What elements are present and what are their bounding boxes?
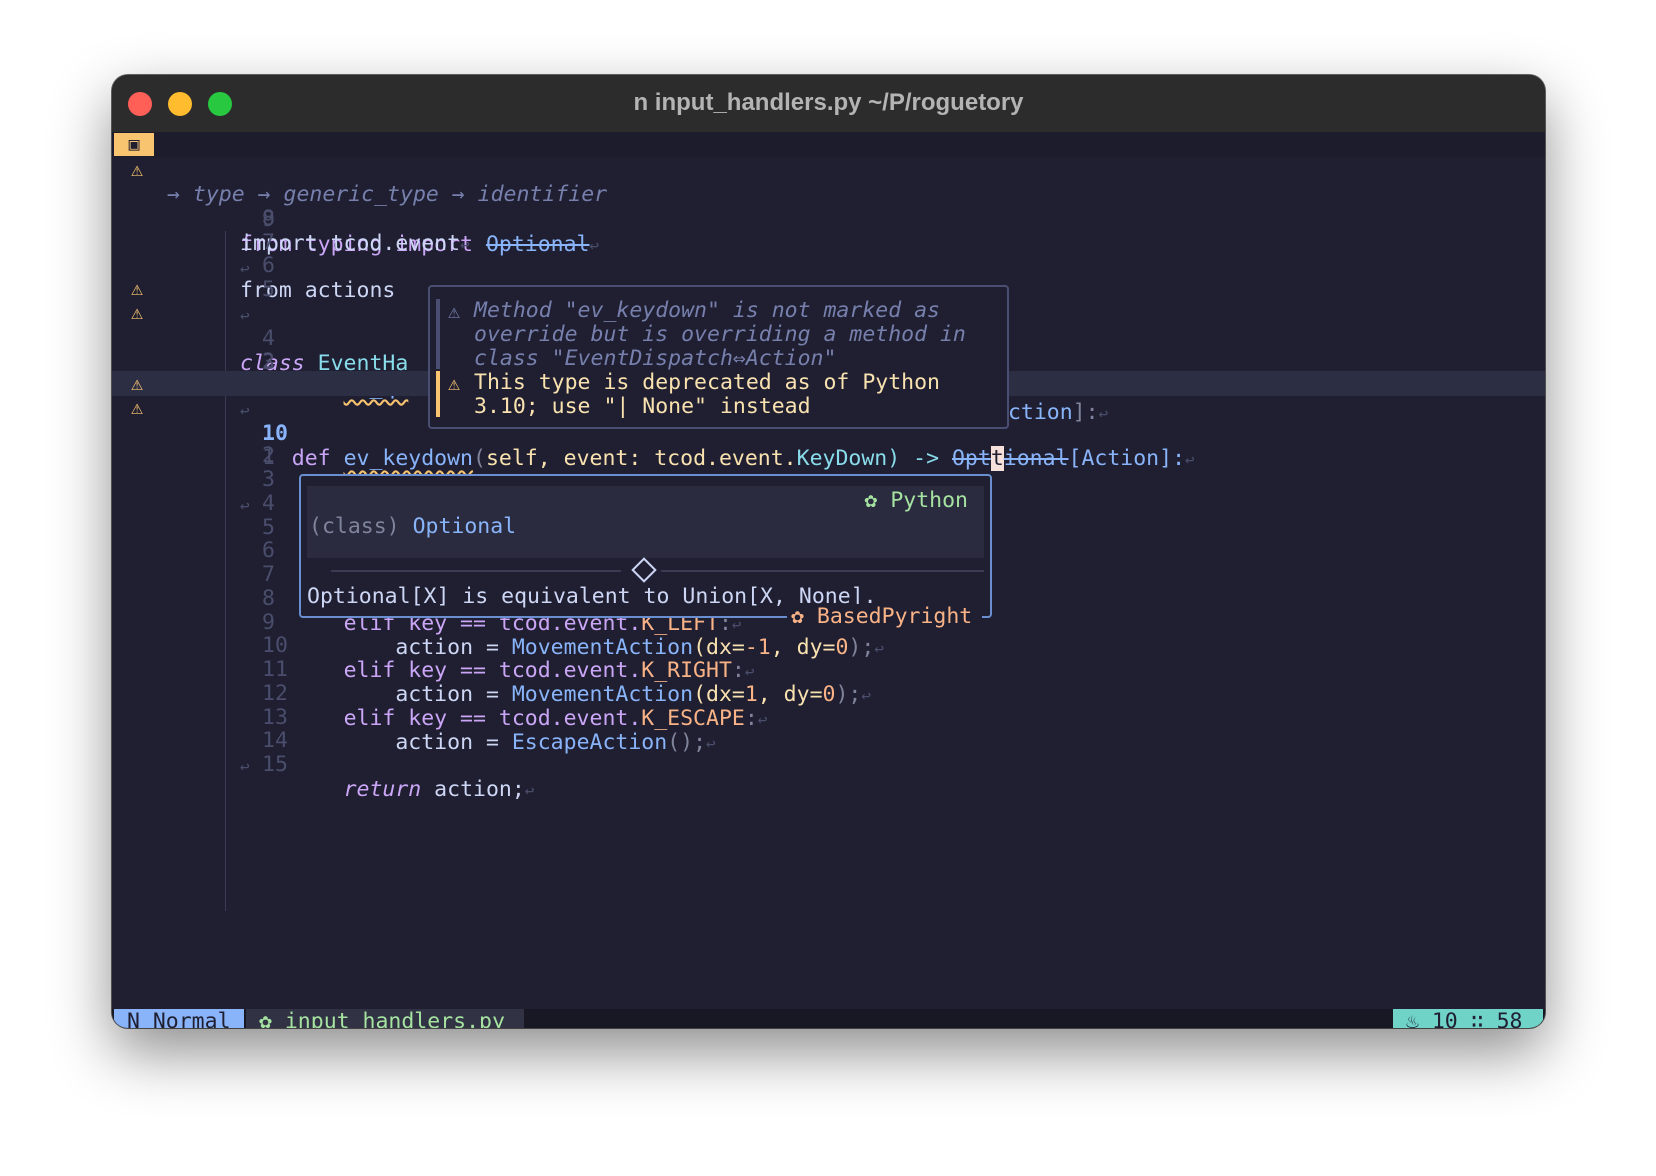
python-icon: ✿ [791,604,804,629]
statusline: N Normal ✿ input_handlers.py ⊗ 0 | ⚠ 7 |… [112,1009,1545,1028]
warning-icon: ⚠ [448,299,461,323]
code-line[interactable]: ⚠ 9 from typing import Optional↩ [112,157,1545,257]
winbar: ▣ → type → generic_type → identifier [112,132,1545,207]
hover-signature: (class) Optional [309,514,517,539]
code-line[interactable]: 6 from actions [112,228,1545,303]
python-icon: ✿ [864,488,878,513]
gameboy-icon: ▣ [114,133,154,156]
python-icon: ✿ [258,1009,272,1028]
statusline-filename[interactable]: ✿ input_handlers.py [246,1009,524,1028]
code-line[interactable]: 3 ↩ [112,442,1545,515]
editor-pane[interactable]: ▣ → type → generic_type → identifier ⚠ 9… [112,132,1545,1028]
mode-indicator: N Normal [114,1009,244,1028]
code-line[interactable]: 14 ↩ [112,703,1545,776]
warning-icon: ⚠ [130,276,144,300]
diagnostic-message: This type is deprecated as of Python [474,370,940,395]
hover-separator [331,557,984,583]
editor-window: n input_handlers.py ~/P/roguetory ▣ → ty… [112,75,1545,1028]
diagnostic-indicator [436,371,440,417]
title-bar: n input_handlers.py ~/P/roguetory [112,75,1545,133]
diagnostics-popup[interactable]: ⚠ Method "ev_keydown" is not marked as o… [428,285,1009,429]
neovim-icon: N [114,1009,140,1028]
code-line[interactable]: 7 ↩ [112,205,1545,278]
warning-icon: ⚠ [448,371,461,395]
code-line[interactable]: 5 ↩ [112,252,1545,325]
line-number: 15 [262,752,288,777]
code-line[interactable]: 15 return action;↩ [112,727,1545,802]
diagnostic-message: override but is overriding a method in [474,322,966,347]
code-line[interactable]: 12 elif key == tcod.event.K_ESCAPE:↩ [112,656,1545,731]
code-line[interactable]: 8 import tcod.event↩ [112,181,1545,256]
diagnostic-message: Method "ev_keydown" is not marked as [474,298,940,323]
hover-signature-block: ✿ Python (class) Optional [307,486,984,558]
window-title: n input_handlers.py ~/P/roguetory [633,89,1024,116]
diagnostic-indicator [436,299,440,369]
lsp-server-label: ✿ BasedPyright [787,604,983,629]
warning-icon: ⚠ [130,395,144,419]
diagnostic-message: 3.10; use "| None" instead [474,394,811,419]
code-line[interactable]: 11 action = MovementAction(dx=1, dy=0);↩ [112,632,1545,707]
warning-icon: ⚠ [130,157,144,181]
hover-language: ✿ Python [864,488,968,513]
warning-icon: ⚠ [130,300,144,324]
flame-icon: ♨ [1405,1009,1419,1028]
hover-documentation-popup[interactable]: ✿ Python (class) Optional Optional[X] is… [299,474,992,629]
diamond-icon [631,557,657,583]
diagnostic-message: class "EventDispatch⇔Action" [474,346,837,371]
cursor-position: ♨ 10 ∷ 58 [1393,1009,1543,1028]
warning-icon: ⚠ [130,371,144,395]
code-line[interactable]: 13 action = EscapeAction();↩ [112,680,1545,755]
